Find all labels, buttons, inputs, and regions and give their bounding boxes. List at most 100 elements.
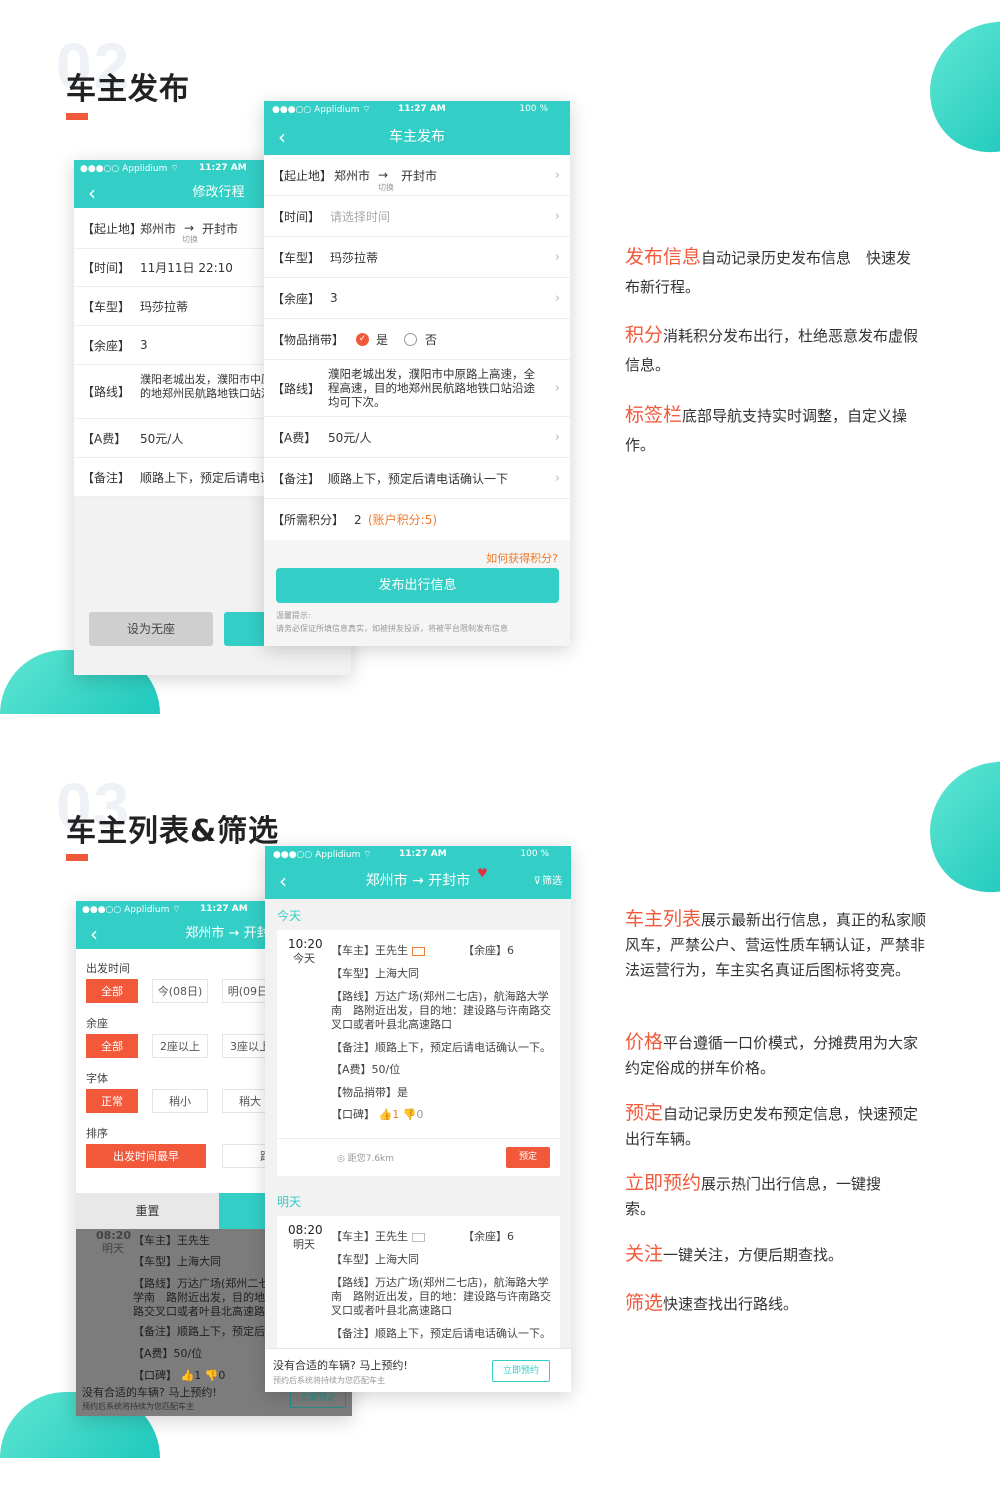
card-day: 今天 — [293, 952, 315, 965]
row-label: 【物品捎带】 — [272, 332, 345, 347]
desc-highlight: 关注 — [625, 1243, 664, 1265]
filter-icon[interactable]: ⊽ — [534, 864, 541, 899]
points-account: (账户积分:5) — [368, 513, 438, 527]
thumbs-up-icon[interactable]: 👍 — [379, 1108, 393, 1121]
depart-label: 出发时间 — [86, 962, 130, 975]
chevron-right-icon: › — [554, 249, 560, 265]
card-time: 08:20 — [96, 1229, 132, 1242]
desc-text: 平台遵循一口价模式，分摊费用为大家约定俗成的拼车价格。 — [625, 1034, 919, 1077]
carrier: ●●●○○ Applidium ⌔ — [80, 164, 179, 174]
row-label: 【路线】 — [82, 385, 131, 399]
chip-depart-today[interactable]: 今(08日) — [152, 979, 208, 1003]
route-detail-row[interactable]: 【路线】 濮阳老城出发，濮阳市中原路上高速，全程高速，目的地郑州民航路地铁口站沿… — [264, 360, 570, 417]
desc-reserve-now: 立即预约展示热门出行信息，一键搜索。 — [625, 1171, 910, 1222]
filter-label[interactable]: 筛选 — [542, 864, 562, 899]
points-value: 2 — [354, 512, 362, 527]
status-bar: ●●●○○ Applidium ⌔ 11:27 AM 100 % — [264, 101, 570, 119]
goods-row: 【物品捎带】 ✓ 是 否 — [264, 319, 570, 360]
route-row[interactable]: 【起止地】 郑州市 → 开封市 切换 › — [264, 155, 570, 196]
card-car: 【车型】上海大同 — [133, 1255, 221, 1268]
status-bar: ●●●○○ Applidium ⌔ 11:27 AM 100 % — [265, 846, 571, 864]
card-day: 明天 — [102, 1242, 124, 1255]
row-label: 【备注】 — [82, 470, 131, 485]
nav-title: 修改行程 — [192, 185, 245, 200]
chip-seat-2[interactable]: 2座以上 — [152, 1034, 208, 1058]
seat-row[interactable]: 【余座】 3 › — [264, 278, 570, 319]
row-value: 玛莎拉蒂 — [330, 250, 379, 265]
desc-text: 消耗积分发布出行，杜绝恶意发布虚假信息。 — [625, 327, 919, 374]
publish-button[interactable]: 发布出行信息 — [276, 568, 559, 603]
bottom-subtext: 预约后系统将持续为您匹配车主 — [82, 1402, 194, 1411]
row-label: 【车型】 — [82, 299, 131, 314]
bottom-text: 没有合适的车辆? 马上预约! — [82, 1386, 217, 1399]
desc-highlight: 筛选 — [625, 1292, 664, 1314]
desc-follow: 关注一键关注，方便后期查找。 — [625, 1242, 925, 1268]
chip-seat-all[interactable]: 全部 — [86, 1034, 138, 1058]
trip-card[interactable]: 10:20 今天 【车主】王先生 【余座】6 【车型】上海大同 【路线】万达广场… — [277, 930, 560, 1176]
reserve-prompt: 没有合适的车辆? 马上预约! — [273, 1359, 408, 1372]
back-icon[interactable]: ‹ — [88, 178, 96, 208]
reset-button[interactable]: 重置 — [76, 1193, 219, 1229]
desc-highlight: 发布信息 — [625, 246, 702, 268]
route-label: 【起止地】 — [272, 168, 333, 183]
follow-icon[interactable]: ♥ — [477, 856, 488, 891]
reserve-now-button[interactable]: 立即预约 — [492, 1360, 550, 1382]
chip-font-normal[interactable]: 正常 — [86, 1089, 138, 1113]
desc-text: 快速查找出行路线。 — [663, 1295, 799, 1313]
font-label: 字体 — [86, 1072, 108, 1085]
radio-no[interactable] — [404, 332, 417, 346]
card-owner: 【车主】王先生 — [133, 1234, 210, 1247]
radio-yes[interactable]: ✓ — [356, 332, 369, 346]
chevron-right-icon: › — [554, 167, 560, 183]
desc-tabbar: 标签栏底部导航支持实时调整，自定义操作。 — [625, 401, 925, 460]
chip-sort-earliest[interactable]: 出发时间最早 — [86, 1144, 206, 1168]
back-icon[interactable]: ‹ — [278, 119, 286, 155]
day-header-tomorrow: 明天 — [277, 1195, 302, 1209]
list-phone: ●●●○○ Applidium ⌔ 11:27 AM 100 % ‹ 郑州市 →… — [265, 846, 571, 1392]
trip-card[interactable]: 08:20 明天 【车主】王先生 【余座】6 【车型】上海大同 【路线】万达广场… — [277, 1216, 560, 1348]
card-time: 08:20 — [288, 1223, 323, 1237]
card-route: 【路线】万达广场(郑州二七店)，航海路大学南 路附近出发，目的地：建设路与许南路… — [331, 1276, 551, 1317]
note-row[interactable]: 【备注】 顺路上下，预定后请电话确认一下 › — [264, 458, 570, 499]
clock: 11:27 AM — [200, 904, 248, 914]
chip-depart-all[interactable]: 全部 — [86, 979, 138, 1003]
seat-label: 余座 — [86, 1017, 108, 1030]
desc-highlight: 价格 — [625, 1031, 664, 1053]
row-label: 【车型】 — [272, 250, 321, 265]
book-button[interactable]: 预定 — [506, 1147, 550, 1168]
decor-blob — [930, 758, 1000, 902]
section-accent-bar — [66, 113, 88, 120]
rep-label: 【口碑】 — [331, 1108, 375, 1121]
desc-filter: 筛选快速查找出行路线。 — [625, 1291, 925, 1317]
route-to: 开封市 — [401, 168, 438, 183]
switch-link[interactable]: 切换 — [182, 234, 198, 245]
bottom-area: 如何获得积分? 发布出行信息 温馨提示: 请务必保证所填信息真实，如被拼友投诉，… — [264, 540, 570, 646]
card-car: 【车型】上海大同 — [331, 1253, 419, 1266]
row-label: 【A费】 — [82, 431, 127, 446]
section-accent-bar — [66, 854, 88, 861]
car-row[interactable]: 【车型】 玛莎拉蒂 › — [264, 237, 570, 278]
nav-title: 郑州市 → 开封市 — [365, 873, 471, 889]
route-from: 郑州市 — [140, 221, 177, 236]
back-icon[interactable]: ‹ — [90, 919, 98, 949]
back-icon[interactable]: ‹ — [279, 864, 287, 899]
row-label: 【时间】 — [272, 209, 321, 224]
like-count: 1 — [392, 1108, 400, 1121]
switch-link[interactable]: 切换 — [378, 182, 394, 193]
card-fee: 【A费】50/位 — [331, 1063, 401, 1076]
desc-booking: 预定自动记录历史发布预定信息，快速预定出行车辆。 — [625, 1101, 925, 1152]
thumbs-down-icon[interactable]: 👎 — [403, 1108, 417, 1121]
clock: 11:27 AM — [199, 163, 247, 173]
desc-publish-info: 发布信息自动记录历史发布信息 快速发布新行程。 — [625, 243, 920, 302]
nav-bar: ‹ 车主发布 — [264, 119, 570, 155]
radio-yes-label: 是 — [376, 332, 389, 347]
verified-id-icon — [411, 946, 425, 956]
how-points-link[interactable]: 如何获得积分? — [486, 550, 558, 566]
chip-font-small[interactable]: 稍小 — [152, 1089, 208, 1113]
fee-row[interactable]: 【A费】 50元/人 › — [264, 417, 570, 458]
nav-bar: ‹ 郑州市 → 开封市 ♥ ⊽ 筛选 — [265, 864, 571, 899]
time-row[interactable]: 【时间】 请选择时间 › — [264, 196, 570, 237]
sort-label: 排序 — [86, 1127, 108, 1140]
no-seat-button[interactable]: 设为无座 — [89, 612, 213, 646]
row-label: 【余座】 — [82, 338, 131, 353]
